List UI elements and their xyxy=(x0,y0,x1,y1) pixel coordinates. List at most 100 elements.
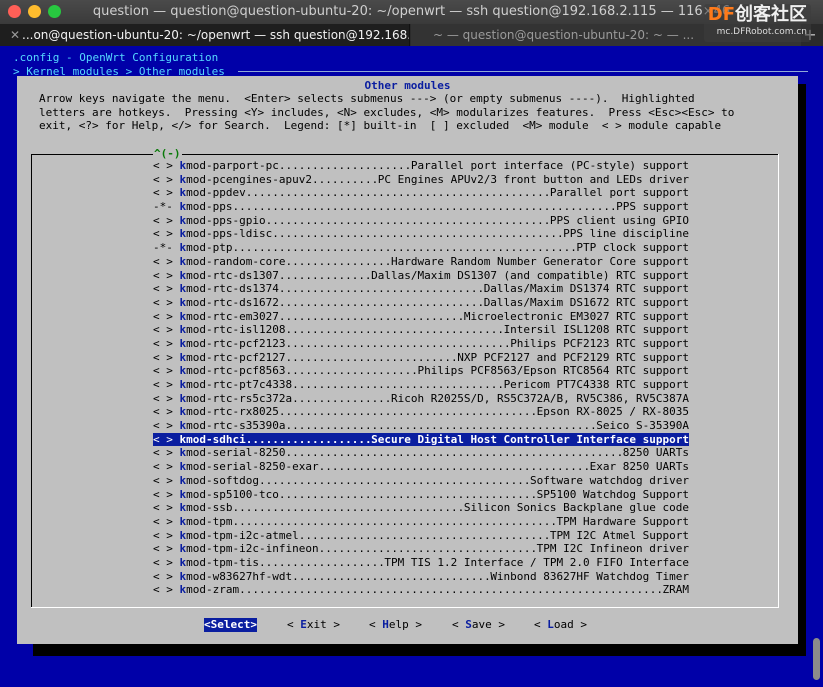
item-state[interactable]: < > xyxy=(153,542,173,556)
item-state[interactable]: < > xyxy=(153,488,173,502)
dialog-title: Other modules xyxy=(364,79,451,92)
item-state[interactable]: < > xyxy=(153,282,173,296)
item-state[interactable]: < > xyxy=(153,269,173,283)
breadcrumb-rule xyxy=(238,71,808,72)
item-state[interactable]: < > xyxy=(153,474,173,488)
menu-item-kmod-rtc-em3027[interactable]: < > k mod-rtc-em3027.....................… xyxy=(153,310,689,324)
item-state[interactable]: < > xyxy=(153,529,173,543)
item-state[interactable]: < > xyxy=(153,296,173,310)
item-leader-dots: ........................................… xyxy=(278,159,411,172)
menu-item-kmod-sdhci[interactable]: < > kmod-sdhci..........................… xyxy=(153,432,689,447)
menu-item-kmod-rtc-pcf2123[interactable]: < > k mod-rtc-pcf2123....................… xyxy=(153,337,689,351)
menu-item-kmod-rtc-s35390a[interactable]: < > k mod-rtc-s35390a....................… xyxy=(153,419,689,433)
menu-item-kmod-ppdev[interactable]: < > k mod-ppdev..........................… xyxy=(153,186,689,200)
menu-item-kmod-serial-8250[interactable]: < > k mod-serial-8250....................… xyxy=(153,446,689,460)
menu-item-kmod-tpm-i2c-atmel[interactable]: < > k mod-tpm-i2c-atmel..................… xyxy=(153,529,689,543)
menu-item-kmod-zram[interactable]: < > k mod-zram...........................… xyxy=(153,583,689,597)
menu-item-kmod-rtc-ds1374[interactable]: < > k mod-rtc-ds1374.....................… xyxy=(153,282,689,296)
menu-item-kmod-pps-gpio[interactable]: < > k mod-pps-gpio.......................… xyxy=(153,214,689,228)
item-name: mod-rtc-ds1374 xyxy=(186,282,279,296)
menu-item-kmod-rtc-isl1208[interactable]: < > k mod-rtc-isl1208....................… xyxy=(153,323,689,337)
menu-item-kmod-rtc-rs5c372a[interactable]: < > kmod-rtc-rs5c372a...................… xyxy=(153,392,689,406)
terminal-scrollbar[interactable] xyxy=(811,46,823,687)
exit-button[interactable]: < Exit > xyxy=(287,618,340,632)
item-hotkey: k xyxy=(179,336,187,350)
menu-item-kmod-pps[interactable]: -*- k mod-pps............................… xyxy=(153,200,689,214)
item-state[interactable]: < > xyxy=(153,173,173,187)
item-state[interactable]: < > xyxy=(153,515,173,529)
item-name: mod-tpm-i2c-infineon xyxy=(186,542,319,556)
item-hotkey: k xyxy=(179,378,187,391)
item-state[interactable]: < > xyxy=(153,351,173,365)
menu-item-kmod-parport-pc[interactable]: < > kmod-parport-pc.....................… xyxy=(153,159,689,173)
item-state[interactable]: < > xyxy=(153,323,173,337)
item-name: mod-rtc-pcf8563 xyxy=(186,364,286,378)
item-leader-dots: ........................................… xyxy=(318,542,537,556)
item-leader-dots: ........................................… xyxy=(232,514,557,528)
item-state[interactable]: < > xyxy=(153,186,173,200)
watermark-url: mc.DFRobot.com.cn xyxy=(716,27,807,37)
menu-item-kmod-tpm-tis[interactable]: < > kmod-tpm-tis........................… xyxy=(153,556,689,570)
item-state[interactable]: < > xyxy=(153,446,173,460)
item-state[interactable]: < > xyxy=(153,337,173,351)
menu-item-kmod-sp5100-tco[interactable]: < > k mod-sp5100-tco.....................… xyxy=(153,488,689,502)
item-state[interactable]: < > xyxy=(153,159,173,173)
item-hotkey: k xyxy=(179,241,187,255)
item-description: Dallas/Maxim DS1374 RTC support xyxy=(483,282,689,296)
item-state[interactable]: < > xyxy=(153,570,173,584)
menu-item-kmod-rtc-pcf8563[interactable]: < > k mod-rtc-pcf8563....................… xyxy=(153,364,689,378)
item-state[interactable]: < > xyxy=(153,460,173,474)
item-state[interactable]: < > xyxy=(153,433,173,447)
item-state[interactable]: < > xyxy=(153,501,173,515)
item-hotkey: k xyxy=(179,569,187,583)
dialog-shadow-right xyxy=(798,84,806,656)
item-name: mod-sdhci xyxy=(186,432,246,446)
item-state[interactable]: < > xyxy=(153,419,173,433)
item-leader-dots: ........................................… xyxy=(285,323,504,337)
menu-item-kmod-random-core[interactable]: < > kmod-random-core....................… xyxy=(153,255,689,269)
item-leader-dots: ........................................… xyxy=(278,405,537,419)
item-state[interactable]: < > xyxy=(153,255,173,269)
help-button[interactable]: < Help > xyxy=(369,618,422,632)
item-state[interactable]: < > xyxy=(153,310,173,324)
item-description: SP5100 Watchdog Support xyxy=(536,487,689,501)
item-state[interactable]: < > xyxy=(153,364,173,378)
item-hotkey: k xyxy=(179,282,187,296)
tab-openwrt-ssh[interactable]: ✕ ...on@question-ubuntu-20: ~/openwrt — s… xyxy=(0,24,410,46)
load-button[interactable]: < Load > xyxy=(534,618,587,632)
menu-item-kmod-serial-8250-exar[interactable]: < > k mod-serial-8250-exar...............… xyxy=(153,460,689,474)
item-state[interactable]: < > xyxy=(153,227,173,241)
menu-item-kmod-w83627hf-wdt[interactable]: < > k mod-w83627hf-wdt...................… xyxy=(153,570,689,584)
menu-item-kmod-ptp[interactable]: -*- k mod-ptp............................… xyxy=(153,241,689,255)
item-state[interactable]: -*- xyxy=(153,241,173,255)
item-description: Epson RX-8025 / RX-8035 xyxy=(536,405,689,419)
menu-item-kmod-pcengines-apuv2[interactable]: < > kmod-pcengines-apuv2................… xyxy=(153,173,689,187)
menu-item-kmod-rtc-rx8025[interactable]: < > k mod-rtc-rx8025.....................… xyxy=(153,405,689,419)
menu-item-kmod-softdog[interactable]: < > k mod-softdog........................… xyxy=(153,474,689,488)
terminal-screen[interactable]: .config - OpenWrt Configuration > Kernel… xyxy=(0,46,823,687)
item-hotkey: k xyxy=(179,473,187,487)
save-button[interactable]: < Save > xyxy=(452,618,505,632)
item-state[interactable]: -*- xyxy=(153,200,173,214)
select-button[interactable]: <Select> xyxy=(204,618,257,632)
item-state[interactable]: < > xyxy=(153,556,173,570)
menu-item-kmod-tpm-i2c-infineon[interactable]: < > k mod-tpm-i2c-infineon...............… xyxy=(153,542,689,556)
menu-item-kmod-ssb[interactable]: < > k mod-ssb............................… xyxy=(153,501,689,515)
menu-item-kmod-rtc-ds1307[interactable]: < > kmod-rtc-ds1307.....................… xyxy=(153,269,689,283)
item-description: Winbond 83627HF Watchdog Timer xyxy=(490,569,689,583)
item-state[interactable]: < > xyxy=(153,583,173,597)
menu-item-kmod-rtc-pcf2127[interactable]: < > k mod-rtc-pcf2127....................… xyxy=(153,351,689,365)
close-tab-icon[interactable]: ✕ xyxy=(10,24,22,46)
tab-label: ...on@question-ubuntu-20: ~/openwrt — ss… xyxy=(22,28,410,42)
item-state[interactable]: < > xyxy=(153,214,173,228)
scrollbar-thumb[interactable] xyxy=(813,638,820,680)
menu-item-kmod-tpm[interactable]: < > k mod-tpm............................… xyxy=(153,515,689,529)
item-state[interactable]: < > xyxy=(153,405,173,419)
item-state[interactable]: < > xyxy=(153,392,173,406)
menu-item-kmod-rtc-pt7c4338[interactable]: < > k mod-rtc-pt7c4338...................… xyxy=(153,378,689,392)
item-state[interactable]: < > xyxy=(153,378,173,392)
menu-item-kmod-pps-ldisc[interactable]: < > k mod-pps-ldisc......................… xyxy=(153,227,689,241)
item-leader-dots: ........................................… xyxy=(298,528,550,542)
item-leader-dots: ........................................… xyxy=(292,391,391,405)
menu-item-kmod-rtc-ds1672[interactable]: < > k mod-rtc-ds1672.....................… xyxy=(153,296,689,310)
